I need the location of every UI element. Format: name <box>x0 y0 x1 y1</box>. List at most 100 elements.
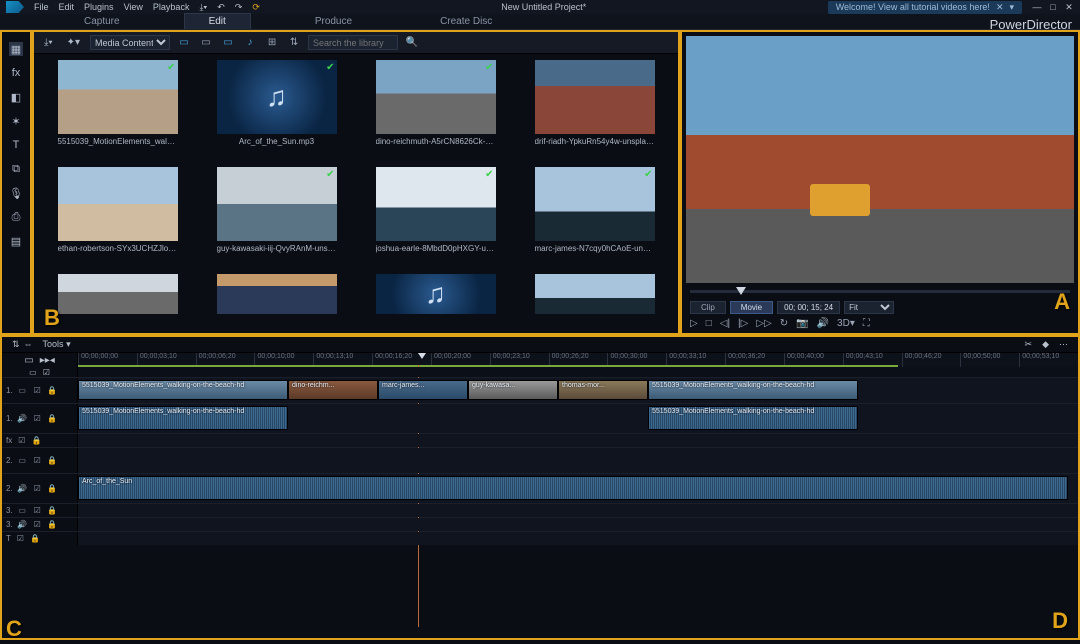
timeline-clip[interactable]: marc-james... <box>378 380 468 400</box>
sort-icon[interactable]: ⇅ <box>286 37 302 48</box>
thumb-item[interactable] <box>376 274 496 314</box>
thumb-item[interactable] <box>535 60 655 134</box>
playhead-icon[interactable] <box>418 353 426 359</box>
filter-video-icon[interactable]: ▭ <box>198 37 214 48</box>
loop-icon[interactable]: ↻ <box>780 318 788 329</box>
thumb-caption: dino-reichmuth-A5rCN8626Ck-uns... <box>376 137 496 146</box>
import-media-icon[interactable]: ⤓▾ <box>40 35 57 50</box>
undo-icon[interactable]: ↶ <box>217 2 225 13</box>
mode-clip[interactable]: Clip <box>690 301 726 314</box>
snapshot-icon[interactable]: 📷 <box>796 318 808 329</box>
more-icon[interactable]: ⋯ <box>1059 339 1068 350</box>
grid-view-icon[interactable]: ⊞ <box>264 37 280 48</box>
mode-movie[interactable]: Movie <box>730 301 773 314</box>
fast-forward-icon[interactable]: ▷▷ <box>756 318 771 329</box>
tools-menu[interactable]: Tools ▾ <box>43 339 71 350</box>
menu-edit[interactable]: Edit <box>59 2 75 12</box>
track-header-v1[interactable]: 1.▭☑🔒 <box>2 378 78 403</box>
keyframe-icon[interactable]: ◆ <box>1042 339 1049 350</box>
timeline-clip[interactable]: 5515039_MotionElements_walking-on-the-be… <box>78 380 288 400</box>
thumb-item[interactable] <box>217 274 337 314</box>
timecode-display[interactable]: 00; 00; 15; 24 <box>777 301 840 314</box>
import-icon[interactable]: ⤓▾ <box>199 2 207 13</box>
minimize-icon[interactable]: — <box>1032 2 1042 13</box>
hsplit-icon[interactable]: ⇔ <box>24 339 33 350</box>
scrubber-handle-icon[interactable] <box>736 287 746 295</box>
tab-create-disc[interactable]: Create Disc <box>416 14 516 29</box>
search-icon[interactable]: 🔍 <box>404 37 420 48</box>
vsplit-icon[interactable]: ⇅ <box>12 339 20 350</box>
track-check-icon[interactable]: ☑ <box>43 368 50 377</box>
particle-room-icon[interactable]: ✶ <box>9 114 23 128</box>
chapter-room-icon[interactable]: ⎙ <box>9 210 23 224</box>
menubar: File Edit Plugins View Playback ⤓▾ ↶ ↷ ⟳… <box>0 0 1080 14</box>
track-header-title[interactable]: T☑🔒 <box>2 532 78 545</box>
thumb-item[interactable] <box>58 274 178 314</box>
maximize-icon[interactable]: □ <box>1048 2 1058 13</box>
3d-icon[interactable]: 3D▾ <box>837 318 855 329</box>
library-category-select[interactable]: Media Content <box>90 35 170 50</box>
thumb-item[interactable]: ✔ <box>376 60 496 134</box>
timeline-ruler-row: ▭ ▸▸◂ 00;00;00;0000;00;03;1000;00;06;200… <box>2 353 1078 367</box>
thumb-item[interactable]: ✔ <box>217 60 337 134</box>
preview-scrubber[interactable] <box>686 283 1074 299</box>
search-input[interactable] <box>308 35 398 50</box>
pip-room-icon[interactable]: ◧ <box>9 90 23 104</box>
timeline-clip[interactable]: 5515039_MotionElements_walking-on-the-be… <box>648 380 858 400</box>
filter-all-icon[interactable]: ▭ <box>176 37 192 48</box>
split-icon[interactable]: ✂ <box>1025 339 1033 350</box>
thumb-item[interactable] <box>535 274 655 314</box>
tab-edit[interactable]: Edit <box>184 13 251 29</box>
transition-room-icon[interactable]: ⧉ <box>9 162 23 176</box>
prev-frame-icon[interactable]: ◁| <box>720 318 730 329</box>
detach-icon[interactable]: ⛶ <box>863 318 870 329</box>
play-icon[interactable]: ▷ <box>690 318 698 329</box>
track-header-fx[interactable]: fx☑🔒 <box>2 434 78 447</box>
preview-viewport[interactable] <box>686 36 1074 283</box>
track-header-v3[interactable]: 3.▭☑🔒 <box>2 504 78 517</box>
timeline-clip[interactable]: Arc_of_the_Sun <box>78 476 1068 500</box>
menu-plugins[interactable]: Plugins <box>84 2 114 12</box>
subtitle-room-icon[interactable]: ▤ <box>9 234 23 248</box>
track-header-a2[interactable]: 2.🔊☑🔒 <box>2 474 78 503</box>
filter-image-icon[interactable]: ▭ <box>220 37 236 48</box>
close-icon[interactable]: ✕ <box>996 2 1004 13</box>
stop-icon[interactable]: □ <box>706 318 712 329</box>
track-header-a1[interactable]: 1.🔊☑🔒 <box>2 404 78 433</box>
timeline-clip[interactable]: guy-kawasa... <box>468 380 558 400</box>
timeline-clip[interactable]: dino-reichm... <box>288 380 378 400</box>
thumb-item[interactable]: ✔ <box>58 60 178 134</box>
track-header-v2[interactable]: 2.▭☑🔒 <box>2 448 78 473</box>
thumb-item[interactable]: ✔ <box>535 167 655 241</box>
zoom-select[interactable]: Fit <box>844 301 894 314</box>
timeline-clip[interactable]: 5515039_MotionElements_walking-on-the-be… <box>648 406 858 430</box>
thumb-item[interactable] <box>58 167 178 241</box>
filter-audio-icon[interactable]: ♪ <box>242 37 258 48</box>
fx-room-icon[interactable]: fx <box>9 66 23 80</box>
next-frame-icon[interactable]: |▷ <box>738 318 748 329</box>
track-header-a3[interactable]: 3.🔊☑🔒 <box>2 518 78 531</box>
title-room-icon[interactable]: T <box>9 138 23 152</box>
track-visibility-toggle-icon[interactable]: ▭ <box>24 355 33 366</box>
close-window-icon[interactable]: ✕ <box>1064 2 1074 13</box>
tab-capture[interactable]: Capture <box>60 14 144 29</box>
track-markers-icon[interactable]: ▸▸◂ <box>40 355 55 366</box>
region-d-label: D <box>1052 608 1068 634</box>
timeline-clip[interactable]: thomas-mor... <box>558 380 648 400</box>
welcome-banner[interactable]: Welcome! View all tutorial videos here!✕… <box>828 1 1022 14</box>
menu-file[interactable]: File <box>34 2 49 12</box>
thumb-item[interactable]: ✔ <box>217 167 337 241</box>
sync-icon[interactable]: ⟳ <box>252 2 260 13</box>
audio-room-icon[interactable]: 🎙 <box>9 186 23 200</box>
thumb-item[interactable]: ✔ <box>376 167 496 241</box>
timeline-clip[interactable]: 5515039_MotionElements_walking-on-the-be… <box>78 406 288 430</box>
redo-icon[interactable]: ↷ <box>235 2 243 13</box>
tab-produce[interactable]: Produce <box>291 14 376 29</box>
menu-playback[interactable]: Playback <box>153 2 190 12</box>
menu-view[interactable]: View <box>124 2 143 12</box>
volume-icon[interactable]: 🔊 <box>817 318 829 329</box>
time-ruler[interactable]: 00;00;00;0000;00;03;1000;00;06;2000;00;1… <box>78 353 1078 367</box>
track-enable-icon[interactable]: ▭ <box>29 368 37 377</box>
media-room-icon[interactable]: ▦ <box>9 42 23 56</box>
plugin-icon[interactable]: ✦▾ <box>63 35 84 50</box>
